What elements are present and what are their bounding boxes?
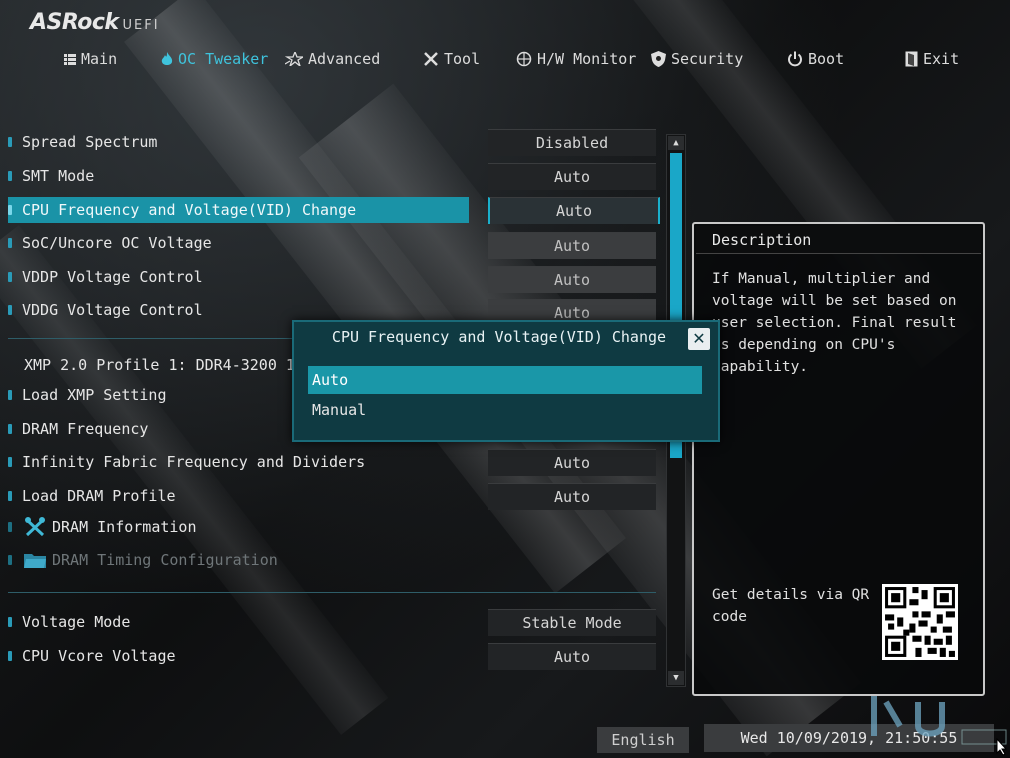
qr-code-icon xyxy=(882,584,958,660)
dialog-title: CPU Frequency and Voltage(VID) Change xyxy=(331,328,667,346)
tab-oc-tweaker[interactable]: OC Tweaker xyxy=(161,50,268,68)
setting-value-spread-spectrum[interactable]: Disabled xyxy=(488,129,656,156)
tab-boot[interactable]: Boot xyxy=(787,50,844,68)
description-panel: Description If Manual, multiplier and vo… xyxy=(692,222,985,696)
setting-row-vddp-voltage[interactable]: VDDP Voltage Control xyxy=(8,264,203,290)
setting-label: DRAM Timing Configuration xyxy=(52,551,278,569)
folder-icon xyxy=(24,554,46,568)
bullet-icon xyxy=(8,457,12,467)
tab-label: Exit xyxy=(923,50,960,68)
close-icon[interactable]: ✕ xyxy=(688,328,710,350)
setting-row-vddg-voltage[interactable]: VDDG Voltage Control xyxy=(8,297,203,323)
setting-row-load-xmp[interactable]: Load XMP Setting xyxy=(8,382,167,408)
setting-label: Load XMP Setting xyxy=(22,386,167,404)
brand-name: ASRock xyxy=(30,10,119,35)
bullet-icon xyxy=(8,205,12,215)
setting-label: Load DRAM Profile xyxy=(22,487,176,505)
tab-label: OC Tweaker xyxy=(178,50,269,68)
setting-row-dram-frequency[interactable]: DRAM Frequency xyxy=(8,416,148,442)
setting-value-smt-mode[interactable]: Auto xyxy=(488,163,656,190)
bullet-icon xyxy=(8,305,12,315)
setting-row-load-dram-profile[interactable]: Load DRAM Profile xyxy=(8,483,176,509)
setting-label: VDDP Voltage Control xyxy=(22,268,203,286)
setting-row-spread-spectrum[interactable]: Spread Spectrum xyxy=(8,129,157,155)
bullet-icon xyxy=(8,555,12,565)
flame-icon xyxy=(161,51,173,65)
setting-label: CPU Frequency and Voltage(VID) Change xyxy=(22,201,357,219)
dialog-option-auto[interactable]: Auto xyxy=(308,366,702,394)
tab-hw-monitor[interactable]: H/W Monitor xyxy=(516,50,636,68)
setting-row-dram-information[interactable]: DRAM Information xyxy=(8,514,197,540)
monitor-icon xyxy=(516,51,532,67)
power-icon xyxy=(788,51,802,67)
bullet-icon xyxy=(8,617,12,627)
bullet-icon xyxy=(8,171,12,181)
main-nav: Main OC Tweaker Advanced Tool H/W Monito… xyxy=(0,44,1010,76)
tab-label: H/W Monitor xyxy=(537,50,637,68)
setting-label: Spread Spectrum xyxy=(22,133,158,151)
dialog-option-manual[interactable]: Manual xyxy=(308,396,702,424)
bullet-icon xyxy=(8,390,12,400)
setting-label: Infinity Fabric Frequency and Dividers xyxy=(22,453,366,471)
qr-caption: Get details via QR code xyxy=(712,587,870,625)
setting-row-infinity-fabric[interactable]: Infinity Fabric Frequency and Dividers xyxy=(8,449,365,475)
setting-row-voltage-mode[interactable]: Voltage Mode xyxy=(8,609,130,635)
wrench-icon xyxy=(25,517,45,537)
setting-label: Voltage Mode xyxy=(22,613,131,631)
setting-label: SMT Mode xyxy=(22,167,95,185)
tab-label: Advanced xyxy=(308,50,381,68)
setting-row-cpu-freq-vid[interactable]: CPU Frequency and Voltage(VID) Change xyxy=(8,197,469,223)
setting-label: SoC/Uncore OC Voltage xyxy=(22,234,212,252)
setting-value-infinity-fabric[interactable]: Auto xyxy=(488,449,656,476)
brand-logo: ASRock UEFI xyxy=(30,10,160,35)
tab-advanced[interactable]: Advanced xyxy=(285,50,380,68)
tab-exit[interactable]: Exit xyxy=(905,50,959,68)
tab-label: Main xyxy=(81,50,118,68)
setting-row-xmp-profile: XMP 2.0 Profile 1: DDR4-3200 15-15 xyxy=(24,352,331,378)
language-button[interactable]: English xyxy=(597,727,689,753)
bullet-icon xyxy=(8,272,12,282)
shield-icon xyxy=(651,51,666,67)
scroll-down-icon[interactable]: ▼ xyxy=(668,671,684,685)
option-dialog: CPU Frequency and Voltage(VID) Change ✕ … xyxy=(292,320,720,442)
description-title: Description xyxy=(696,226,981,254)
star-icon xyxy=(285,52,303,66)
setting-label: DRAM Information xyxy=(52,518,197,536)
list-icon xyxy=(64,53,76,65)
tools-icon xyxy=(424,52,438,66)
section-divider xyxy=(8,592,656,593)
bullet-icon xyxy=(8,137,12,147)
setting-value-voltage-mode[interactable]: Stable Mode xyxy=(488,609,656,636)
setting-value-vddp-voltage[interactable]: Auto xyxy=(488,266,656,293)
mouse-cursor-icon xyxy=(996,738,1008,756)
scroll-up-icon[interactable]: ▲ xyxy=(668,136,684,150)
bullet-icon xyxy=(8,522,12,532)
tab-label: Security xyxy=(671,50,744,68)
watermark-logo xyxy=(871,696,1007,745)
bullet-icon xyxy=(8,491,12,501)
setting-row-smt-mode[interactable]: SMT Mode xyxy=(8,163,94,189)
setting-label: DRAM Frequency xyxy=(22,420,149,438)
setting-row-soc-uncore-voltage[interactable]: SoC/Uncore OC Voltage xyxy=(8,230,212,256)
tab-security[interactable]: Security xyxy=(651,50,743,68)
setting-label: VDDG Voltage Control xyxy=(22,301,203,319)
setting-row-cpu-vcore[interactable]: CPU Vcore Voltage xyxy=(8,643,176,669)
tab-label: Tool xyxy=(444,50,481,68)
tab-tool[interactable]: Tool xyxy=(423,50,480,68)
bullet-icon xyxy=(8,651,12,661)
exit-icon xyxy=(905,51,918,67)
bullet-icon xyxy=(8,238,12,248)
setting-value-cpu-freq-vid[interactable]: Auto xyxy=(488,197,660,224)
setting-value-cpu-vcore[interactable]: Auto xyxy=(488,643,656,670)
setting-label: XMP 2.0 Profile 1: DDR4-3200 15-15 xyxy=(24,356,332,374)
tab-label: Boot xyxy=(808,50,845,68)
bullet-icon xyxy=(8,424,12,434)
tab-main[interactable]: Main xyxy=(64,50,117,68)
setting-row-dram-timing: DRAM Timing Configuration xyxy=(8,547,278,573)
description-text: If Manual, multiplier and voltage will b… xyxy=(712,271,957,375)
setting-label: CPU Vcore Voltage xyxy=(22,647,176,665)
setting-value-load-dram-profile[interactable]: Auto xyxy=(488,483,656,510)
brand-suffix: UEFI xyxy=(122,18,160,33)
setting-value-soc-uncore-voltage[interactable]: Auto xyxy=(488,232,656,259)
